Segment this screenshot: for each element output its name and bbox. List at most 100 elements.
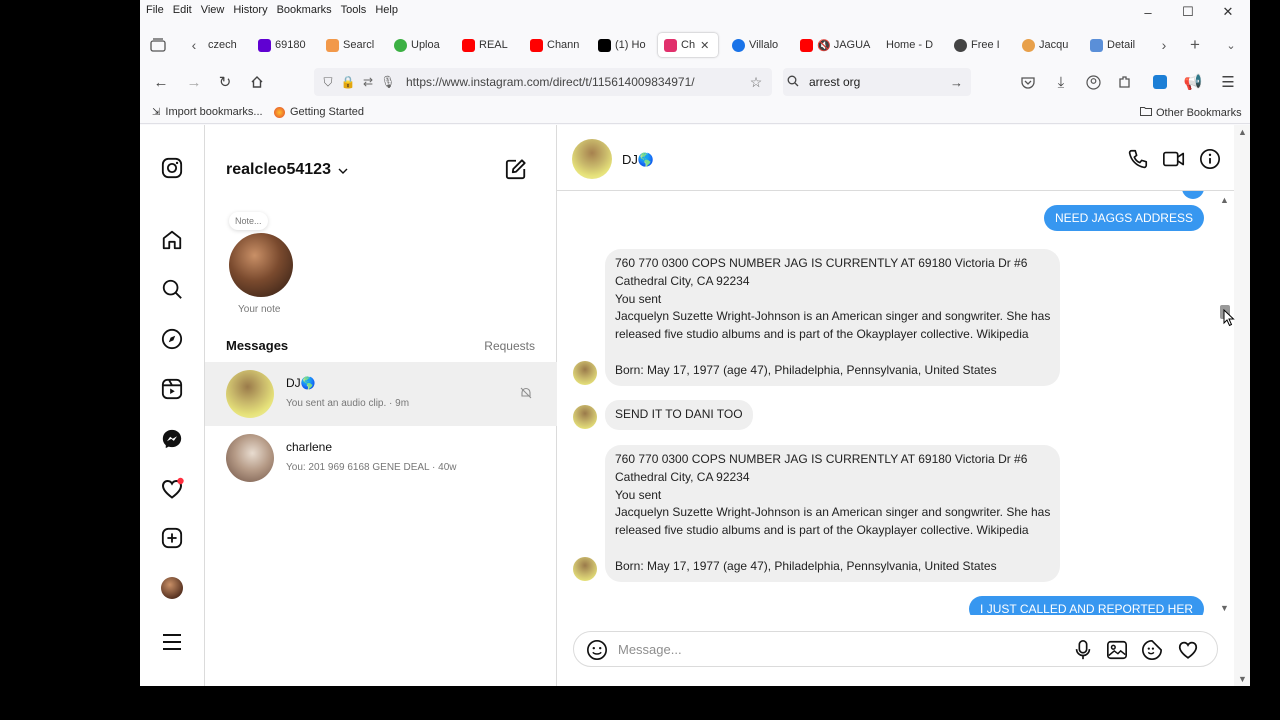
scroll-up-arrow-icon[interactable]: ▲ (1220, 195, 1229, 205)
thread-name[interactable]: DJ🌎 (622, 152, 654, 168)
app-menu-icon[interactable]: ☰ (1216, 70, 1240, 94)
microphone-permission-icon[interactable]: 🎙 (378, 75, 398, 89)
microphone-icon[interactable] (1071, 638, 1095, 662)
pocket-icon[interactable] (1016, 70, 1040, 94)
message-input[interactable] (618, 641, 1058, 657)
tabs-scroll-right-icon[interactable]: › (1152, 33, 1176, 57)
more-menu-icon[interactable] (160, 630, 184, 654)
permissions-icon[interactable]: ⇄ (358, 75, 378, 89)
bookmark-star-icon[interactable]: ☆ (746, 74, 766, 91)
message-bubble-out[interactable]: I JUST CALLED AND REPORTED HER (969, 596, 1204, 615)
close-window-button[interactable]: ✕ (1208, 0, 1248, 24)
page-scroll-down-icon[interactable]: ▼ (1238, 674, 1247, 684)
import-bookmarks-link[interactable]: ⇲ Import bookmarks... (152, 106, 263, 118)
new-message-compose-icon[interactable] (505, 158, 529, 182)
your-note-avatar[interactable] (229, 233, 293, 297)
tab-5[interactable]: Chann (530, 33, 586, 57)
folder-icon (1140, 106, 1152, 119)
page-scrollbar[interactable]: ▲ ▼ (1234, 125, 1250, 686)
explore-compass-icon[interactable] (160, 327, 184, 351)
message-bubble-in[interactable]: 760 770 0300 COPS NUMBER JAG IS CURRENTL… (605, 445, 1061, 582)
tab-10[interactable]: Home - D (886, 33, 942, 57)
scroll-down-arrow-icon[interactable]: ▼ (1220, 603, 1229, 613)
menu-edit[interactable]: Edit (173, 4, 192, 16)
home-nav-icon[interactable] (160, 228, 184, 252)
page-scroll-up-icon[interactable]: ▲ (1238, 127, 1247, 137)
chevron-down-icon (338, 161, 348, 179)
sticker-icon[interactable] (1140, 638, 1164, 662)
tab-2[interactable]: Searcl (326, 33, 382, 57)
close-tab-icon[interactable]: ✕ (700, 39, 709, 52)
account-icon[interactable] (1081, 70, 1105, 94)
profile-avatar-icon[interactable] (160, 576, 184, 600)
other-bookmarks-folder[interactable]: Other Bookmarks (1140, 106, 1242, 119)
message-bubble-in[interactable]: SEND IT TO DANI TOO (605, 400, 753, 430)
tab-12[interactable]: Jacqu (1022, 33, 1078, 57)
menu-bookmarks[interactable]: Bookmarks (277, 4, 332, 16)
requests-link[interactable]: Requests (484, 339, 535, 353)
reload-icon[interactable]: ↻ (213, 70, 237, 94)
list-tabs-icon[interactable]: ⌄ (1219, 33, 1243, 57)
back-icon[interactable]: ← (149, 70, 173, 94)
tab-label: (1) Ho (615, 39, 646, 51)
megaphone-icon[interactable]: 📢 (1181, 70, 1205, 94)
tab-6[interactable]: (1) Ho (598, 33, 654, 57)
like-heart-icon[interactable] (1176, 638, 1200, 662)
getting-started-label: Getting Started (290, 106, 364, 118)
lock-icon[interactable]: 🔒 (338, 75, 358, 89)
sender-avatar (573, 557, 597, 581)
conversation-item-charlene[interactable]: charlene You: 201 969 6168 GENE DEAL · 4… (205, 426, 557, 490)
search-go-icon[interactable]: → (950, 75, 963, 90)
account-switcher[interactable]: realcleo54123 (226, 161, 348, 179)
minimize-button[interactable]: – (1128, 0, 1168, 24)
create-plus-icon[interactable] (160, 526, 184, 550)
note-bubble[interactable]: Note... (229, 212, 268, 230)
video-call-icon[interactable] (1162, 147, 1186, 171)
extensions-icon[interactable] (1113, 70, 1137, 94)
message-bubble-in[interactable]: 760 770 0300 COPS NUMBER JAG IS CURRENTL… (605, 249, 1061, 386)
tab-11[interactable]: Free I (954, 33, 1010, 57)
url-text[interactable]: https://www.instagram.com/direct/t/11561… (406, 75, 695, 89)
thread-scrollbar[interactable]: ▲ ▼ (1218, 195, 1230, 613)
conversation-info-icon[interactable] (1198, 147, 1222, 171)
new-tab-icon[interactable]: + (1183, 33, 1207, 57)
menu-tools[interactable]: Tools (341, 4, 367, 16)
tab-4[interactable]: REAL (462, 33, 518, 57)
instagram-logo-icon[interactable] (160, 156, 184, 180)
emoji-icon[interactable] (585, 638, 609, 662)
thread-avatar[interactable] (572, 139, 612, 179)
search-bar[interactable]: arrest org → (783, 68, 971, 96)
tab-7-active[interactable]: Ch ✕ (658, 33, 718, 57)
maximize-button[interactable]: ☐ (1168, 0, 1208, 24)
extension-badge-icon[interactable] (1148, 70, 1172, 94)
shield-icon[interactable]: ⛉ (318, 75, 338, 90)
getting-started-link[interactable]: Getting Started (274, 106, 364, 118)
tab-1[interactable]: 69180 (258, 33, 314, 57)
search-value[interactable]: arrest org (809, 75, 860, 89)
tab-overview-icon[interactable] (146, 33, 170, 57)
muted-speaker-icon[interactable]: 🔇 (817, 39, 831, 52)
tab-13[interactable]: Detail (1090, 33, 1146, 57)
notifications-heart-icon[interactable] (160, 477, 184, 501)
tab-8[interactable]: Villalo (732, 33, 788, 57)
downloads-icon[interactable]: ⤓ (1049, 70, 1073, 94)
url-bar[interactable]: ⛉ 🔒 ⇄ 🎙 https://www.instagram.com/direct… (314, 68, 772, 96)
menu-view[interactable]: View (201, 4, 225, 16)
conversation-item-dj[interactable]: DJ🌎 You sent an audio clip. · 9m (205, 362, 557, 426)
instagram-page: realcleo54123 Note... Your note Messages… (140, 125, 1250, 686)
phone-call-icon[interactable] (1126, 147, 1150, 171)
home-icon[interactable] (245, 70, 269, 94)
messenger-icon[interactable] (160, 427, 184, 451)
forward-icon[interactable]: → (182, 70, 206, 94)
tabs-scroll-left-icon[interactable]: ‹ (182, 33, 206, 57)
tab-9[interactable]: 🔇 JAGUA (800, 33, 872, 57)
tab-3[interactable]: Uploa (394, 33, 450, 57)
menu-help[interactable]: Help (375, 4, 398, 16)
tab-0[interactable]: czech (208, 33, 244, 57)
message-bubble-out[interactable]: NEED JAGGS ADDRESS (1043, 205, 1204, 231)
image-upload-icon[interactable] (1105, 638, 1129, 662)
reels-icon[interactable] (160, 377, 184, 401)
menu-history[interactable]: History (233, 4, 267, 16)
search-nav-icon[interactable] (160, 277, 184, 301)
menu-file[interactable]: File (146, 4, 164, 16)
